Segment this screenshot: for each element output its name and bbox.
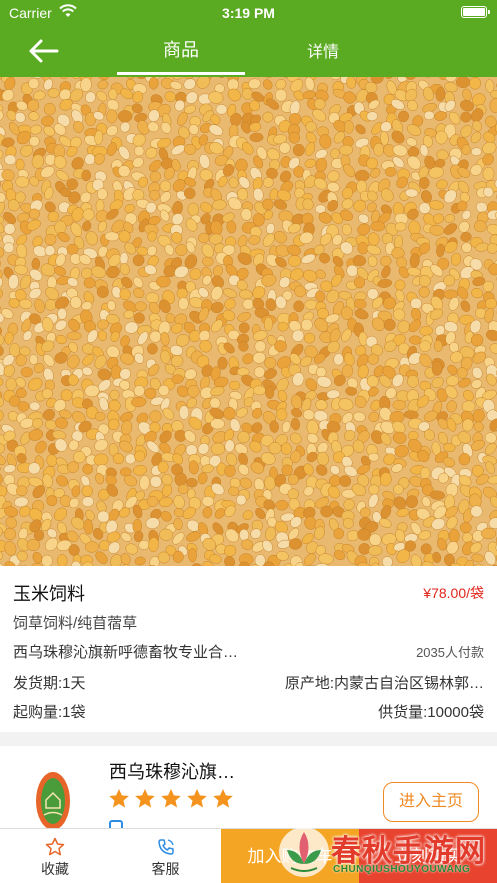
enter-shop-button[interactable]: 进入主页	[383, 782, 479, 822]
product-category: 饲草饲料/纯苜蓿草	[13, 615, 138, 632]
back-arrow-icon[interactable]	[26, 36, 62, 66]
supply: 供货量:10000袋	[378, 704, 484, 721]
rating-star-icon	[161, 789, 181, 808]
corn-kernels-photo	[0, 77, 497, 566]
tab-detail-label: 详情	[306, 44, 339, 61]
ship-time: 发货期:1天	[13, 675, 86, 692]
rating-star-icon	[135, 789, 155, 808]
favorite-button[interactable]: 收藏	[0, 829, 110, 883]
active-tab-underline	[117, 72, 245, 75]
quantity-row: 起购量:1袋 供货量:10000袋	[13, 701, 484, 722]
rating-star-icon	[109, 789, 129, 808]
star-outline-icon	[45, 837, 65, 856]
customer-service-button[interactable]: 客服	[110, 829, 221, 883]
battery-icon	[461, 6, 490, 18]
rating-star-icon	[187, 789, 207, 808]
tab-goods[interactable]: 商品	[117, 36, 245, 77]
product-info: 玉米饲料 ¥78.00/袋 饲草饲料/纯苜蓿草 西乌珠穆沁旗新呼德畜牧专业合… …	[0, 566, 497, 732]
shop-name: 西乌珠穆沁旗…	[109, 762, 235, 782]
product-price: ¥78.00/袋	[423, 585, 484, 601]
service-label: 客服	[151, 861, 180, 877]
status-bar: Carrier 3:19 PM	[0, 0, 497, 26]
clock: 3:19 PM	[222, 5, 275, 21]
shop-logo	[36, 772, 70, 830]
paid-count: 2035人付款	[416, 645, 484, 660]
rating-star-icon	[213, 789, 233, 808]
shipping-row: 发货期:1天 原产地:内蒙古自治区锡林郭…	[13, 672, 484, 693]
nav-bar: 商品 详情	[0, 26, 497, 77]
tab-detail[interactable]: 详情	[280, 38, 366, 79]
origin: 原产地:内蒙古自治区锡林郭…	[284, 675, 484, 692]
site-watermark: 春秋手游网 CHUNQIUSHOUYOUWANG	[275, 822, 497, 883]
tab-goods-label: 商品	[163, 40, 199, 60]
min-buy: 起购量:1袋	[13, 704, 86, 721]
product-title: 玉米饲料	[13, 584, 85, 604]
app-header: Carrier 3:19 PM 商品 详情	[0, 0, 497, 77]
lotus-logo-icon	[279, 827, 329, 877]
watermark-subtitle: CHUNQIUSHOUYOUWANG	[333, 864, 471, 875]
phone-icon	[157, 839, 174, 855]
product-image	[0, 77, 497, 566]
seller-name: 西乌珠穆沁旗新呼德畜牧专业合…	[13, 644, 239, 661]
shop-rating	[108, 788, 238, 815]
favorite-label: 收藏	[41, 861, 69, 877]
